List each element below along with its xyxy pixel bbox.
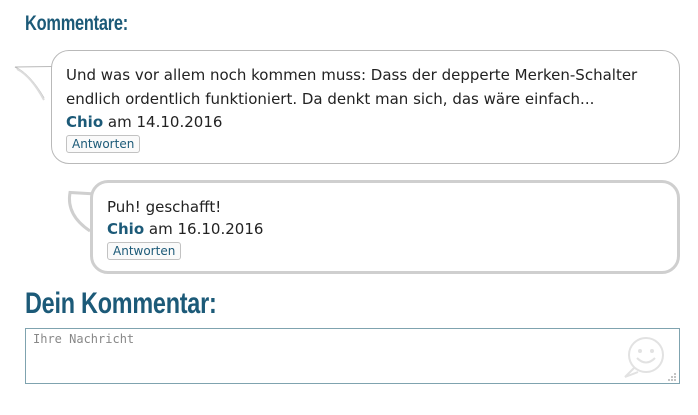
speech-bubble-tail — [14, 66, 53, 101]
comment-date-prefix: am — [107, 113, 132, 131]
reply-button[interactable]: Antworten — [107, 242, 182, 260]
reply-button[interactable]: Antworten — [66, 135, 141, 153]
comment-meta: Chio am 14.10.2016 — [66, 111, 665, 133]
comment-date-prefix: am — [148, 220, 173, 238]
comment-card-reply: Puh! geschafft! Chio am 16.10.2016 Antwo… — [90, 180, 680, 274]
comments-heading: Kommentare: — [25, 12, 129, 35]
comment-meta: Chio am 16.10.2016 — [107, 218, 663, 240]
comment-author[interactable]: Chio — [66, 113, 103, 131]
comment-date: 14.10.2016 — [136, 113, 223, 131]
comment-card: Und was vor allem noch kommen muss: Dass… — [51, 50, 680, 164]
smiley-icon[interactable] — [620, 335, 670, 379]
comment-text: Und was vor allem noch kommen muss: Dass… — [66, 66, 638, 108]
message-textarea[interactable] — [25, 328, 680, 384]
compose-heading: Dein Kommentar: — [25, 287, 217, 320]
comment-author[interactable]: Chio — [107, 220, 144, 238]
comment-text: Puh! geschafft! — [107, 198, 222, 216]
resize-grip-icon[interactable] — [667, 372, 677, 382]
comment-date: 16.10.2016 — [177, 220, 264, 238]
